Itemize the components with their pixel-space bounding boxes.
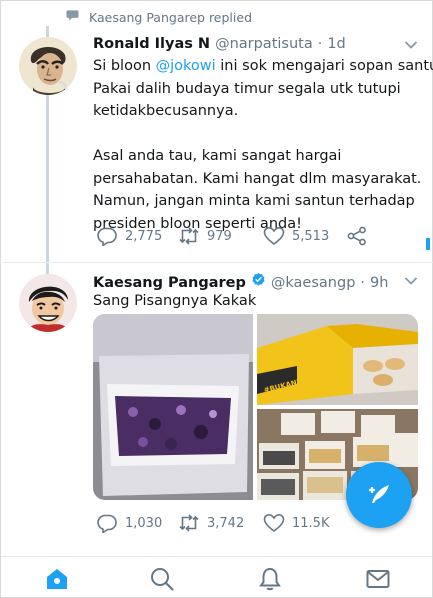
heart-icon (263, 513, 285, 532)
tweet1-line: persahabatan. Kami hangat dlm masyarakat… (93, 170, 422, 187)
mention-link[interactable]: @jokowi (156, 58, 216, 74)
media-photo-cake-box[interactable] (93, 314, 253, 500)
retweet-button[interactable]: 979 (178, 226, 263, 246)
home-icon (47, 569, 67, 589)
scrollbar-thumb[interactable] (426, 238, 430, 250)
chevron-down-icon[interactable] (404, 276, 418, 286)
tweet1-line-text: ini sok mengajari sopan santun. (215, 58, 433, 74)
tweet1-line: ketidakbecusannya. (93, 103, 239, 119)
nav-messages[interactable] (365, 566, 391, 592)
like-button[interactable]: 5,513 (263, 226, 346, 246)
share-icon (347, 226, 366, 246)
heart-icon (263, 226, 285, 245)
share-button[interactable] (346, 226, 368, 246)
tweet2-text: Sang Pisangnya Kakak (93, 293, 257, 309)
retweet-button[interactable]: 3,742 (178, 513, 263, 533)
tweet1-header: Ronald Ilyas N @narpatisuta · 1d (93, 36, 346, 52)
tweet1-line: Asal anda tau, kami sangat hargai (93, 148, 342, 164)
reply-count: 2,775 (125, 228, 163, 244)
tweet1-text: Si bloon @jokowi ini sok mengajari sopan… (93, 55, 433, 235)
envelope-icon (366, 570, 390, 588)
search-icon (151, 568, 174, 591)
tweet1-line-text: Si bloon (93, 58, 156, 74)
retweet-icon (179, 227, 199, 245)
avatar-kaesang[interactable] (19, 274, 77, 332)
nav-notifications[interactable] (257, 566, 283, 592)
bell-icon (259, 567, 281, 591)
reply-button[interactable]: 1,030 (96, 513, 178, 533)
nav-search[interactable] (149, 566, 175, 592)
retweet-count: 979 (207, 228, 232, 244)
tweet2-author-name[interactable]: Kaesang Pangarep (93, 275, 246, 291)
tweet2-separator: · (360, 275, 366, 291)
like-count: 11.5K (292, 515, 330, 531)
reply-context: Kaesang Pangarep replied (66, 8, 252, 26)
speech-bubble-icon (66, 9, 79, 25)
compose-tweet-button[interactable] (346, 462, 412, 528)
avatar-ronald[interactable] (19, 37, 77, 95)
tweet1-author-name[interactable]: Ronald Ilyas N (93, 36, 210, 52)
tweet1-line: Namun, jangan minta kami santun terhadap (93, 193, 415, 209)
like-count: 5,513 (292, 228, 330, 244)
retweet-count: 3,742 (207, 515, 245, 531)
reply-icon (97, 227, 117, 246)
reply-button[interactable]: 2,775 (96, 226, 178, 246)
tweet1-separator: · (317, 36, 323, 52)
tweet1-author-handle[interactable]: @narpatisuta (215, 36, 313, 52)
tweet1-line: Pakai dalih budaya timur segala utk tutu… (93, 80, 401, 97)
tweet-divider (0, 262, 433, 263)
tweet1-line (93, 123, 433, 146)
bottom-nav (1, 556, 432, 597)
media-photo-yellow-boxes[interactable]: #BUKANKUEARTIS (257, 314, 418, 405)
verified-badge-icon (252, 272, 265, 286)
tweet2-header: Kaesang Pangarep @kaesangp · 9h (93, 272, 388, 291)
reply-count: 1,030 (125, 515, 163, 531)
nav-home[interactable] (44, 566, 70, 592)
compose-tweet-icon (369, 485, 389, 503)
tweet1-timestamp[interactable]: 1d (327, 36, 345, 52)
like-button[interactable]: 11.5K (263, 513, 346, 533)
tweet1-actions: 2,775 979 5,513 (96, 226, 426, 246)
chevron-down-icon[interactable] (404, 40, 418, 50)
tweet2-author-handle[interactable]: @kaesangp (271, 275, 356, 291)
reply-context-text: Kaesang Pangarep replied (89, 9, 253, 25)
reply-icon (97, 514, 117, 533)
tweet2-timestamp[interactable]: 9h (370, 275, 388, 291)
tweet1-line: Si bloon @jokowi ini sok mengajari sopan… (93, 55, 433, 78)
retweet-icon (179, 514, 199, 532)
